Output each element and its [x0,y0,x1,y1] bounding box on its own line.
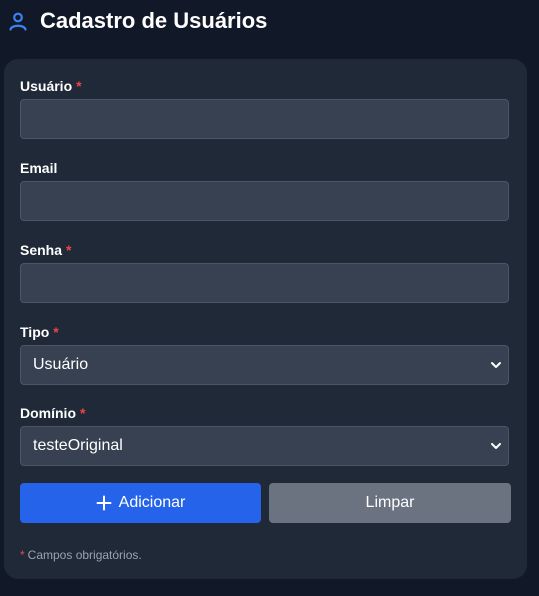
tipo-label: Tipo * [20,323,59,341]
usuario-label: Usuário * [20,77,82,95]
dominio-label-text: Domínio [20,405,76,421]
add-button[interactable]: Adicionar [20,483,261,523]
plus-icon [96,495,112,511]
chevron-down-icon [491,443,501,449]
email-input[interactable] [20,181,509,221]
user-icon [9,12,27,31]
email-label: Email [20,159,57,177]
required-note-text: Campos obrigatórios. [27,548,142,562]
required-mark: * [53,324,59,340]
usuario-label-text: Usuário [20,78,73,94]
tipo-select[interactable]: Usuário [20,345,509,385]
dominio-label: Domínio * [20,404,85,422]
required-fields-note: * Campos obrigatórios. [20,548,142,562]
senha-label: Senha * [20,241,71,259]
senha-input[interactable] [20,263,509,303]
clear-button-label: Limpar [365,494,415,511]
tipo-selected-value: Usuário [33,356,89,373]
chevron-down-icon [491,362,501,368]
page-title: Cadastro de Usuários [40,8,268,33]
dominio-select[interactable]: testeOriginal [20,426,509,466]
senha-label-text: Senha [20,242,63,258]
tipo-label-text: Tipo [20,324,50,340]
required-mark: * [80,405,86,421]
clear-button[interactable]: Limpar [269,483,511,523]
email-label-text: Email [20,160,58,176]
required-mark: * [76,78,82,94]
usuario-input[interactable] [20,99,509,139]
dominio-selected-value: testeOriginal [33,437,123,454]
required-note-star: * [20,548,25,562]
user-form-card: Usuário * Email Senha * Tipo * Usuário Domí… [4,59,527,579]
page: Cadastro de Usuários Usuário * Email Senh… [0,0,539,596]
page-header: Cadastro de Usuários [0,0,539,42]
add-button-label: Adicionar [118,494,186,511]
required-mark: * [66,242,72,258]
